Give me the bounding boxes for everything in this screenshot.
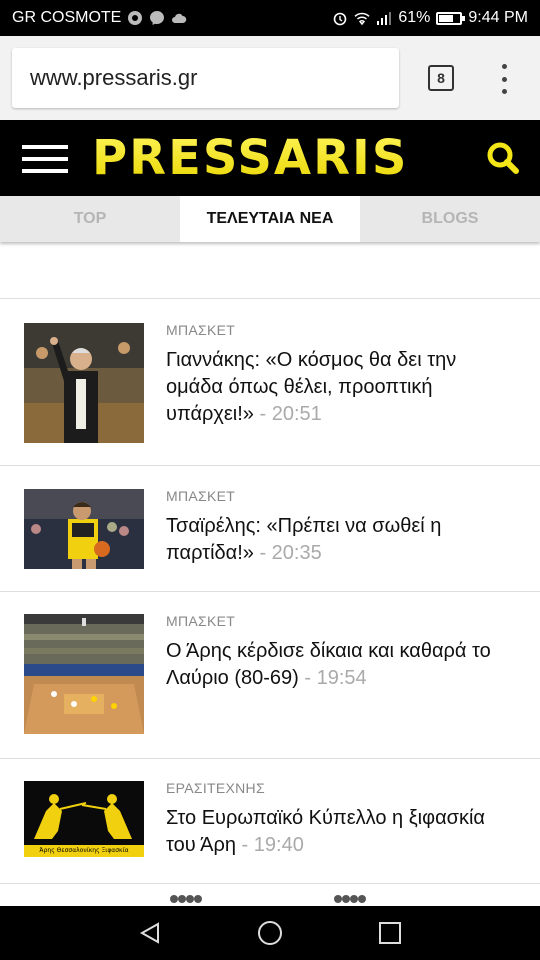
article-time: - 20:35 [259, 542, 322, 564]
thumbnail-caption: Άρης Θεσσαλονίκης Ξιφασκία [39, 847, 129, 854]
article-content: ΜΠΑΣΚΕΤ Ο Άρης κέρδισε δίκαια και καθαρά… [166, 612, 516, 692]
article-content: ΜΠΑΣΚΕΤ Τσαϊρέλης: «Πρέπει να σωθεί η πα… [166, 487, 516, 567]
home-circle-icon[interactable] [257, 920, 283, 946]
scroll-indicator [0, 893, 540, 905]
url-text: www.pressaris.gr [30, 65, 198, 90]
article-thumbnail[interactable] [24, 323, 144, 443]
article-category: ΜΠΑΣΚΕΤ [166, 322, 236, 338]
tab-latest-news[interactable]: ΤΕΛΕΥΤΑΙΑ ΝΕΑ [180, 196, 360, 242]
article-item[interactable]: Άρης Θεσσαλονίκης Ξιφασκία ΕΡΑΣΙΤΕΧΝΗΣ Σ… [0, 759, 540, 884]
article-content: ΕΡΑΣΙΤΕΧΝΗΣ Στο Ευρωπαϊκό Κύπελλο η ξιφα… [166, 779, 516, 859]
chrome-icon [128, 11, 143, 25]
article-category: ΕΡΑΣΙΤΕΧΝΗΣ [166, 780, 265, 796]
article-category: ΜΠΑΣΚΕΤ [166, 488, 236, 504]
tab-switcher-button[interactable]: 8 [428, 65, 454, 91]
android-nav-bar [0, 906, 540, 960]
status-bar: GR COSMOTE 61% 9:44 PM [0, 0, 540, 36]
article-content: ΜΠΑΣΚΕΤ Γιαννάκης: «Ο κόσμος θα δει την … [166, 321, 516, 428]
tab-blogs[interactable]: BLOGS [360, 196, 540, 242]
browser-toolbar: www.pressaris.gr 8 [0, 36, 540, 120]
clock: 9:44 PM [468, 9, 528, 26]
article-thumbnail[interactable] [24, 489, 144, 569]
site-header: PRESSARIS [0, 120, 540, 196]
back-triangle-icon[interactable] [138, 921, 162, 945]
alarm-icon [334, 12, 347, 26]
messenger-icon [150, 11, 165, 25]
tab-count-label: 8 [437, 70, 445, 86]
signal-icon [377, 12, 392, 25]
article-headline[interactable]: Γιαννάκης: «Ο κόσμος θα δει την ομάδα όπ… [166, 347, 516, 428]
hamburger-icon[interactable] [22, 145, 68, 173]
wifi-icon [354, 12, 370, 26]
carrier-label: GR COSMOTE [12, 9, 122, 26]
site-logo[interactable]: PRESSARIS [92, 130, 408, 186]
article-thumbnail[interactable] [24, 614, 144, 734]
article-item[interactable]: ΜΠΑΣΚΕΤ Ο Άρης κέρδισε δίκαια και καθαρά… [0, 592, 540, 759]
cloud-icon [172, 13, 187, 23]
article-headline[interactable]: Ο Άρης κέρδισε δίκαια και καθαρά το Λαύρ… [166, 638, 516, 692]
battery-percent: 61% [398, 9, 431, 26]
status-right: 61% 9:44 PM [332, 9, 528, 27]
article-item[interactable]: ΜΠΑΣΚΕΤ Γιαννάκης: «Ο κόσμος θα δει την … [0, 299, 540, 466]
article-headline[interactable]: Στο Ευρωπαϊκό Κύπελλο η ξιφασκία του Άρη… [166, 805, 516, 859]
article-time: - 20:51 [259, 403, 322, 425]
article-headline[interactable]: Τσαϊρέλης: «Πρέπει να σωθεί η παρτίδα!» … [166, 513, 516, 567]
url-bar[interactable]: www.pressaris.gr [12, 48, 399, 108]
article-category: ΜΠΑΣΚΕΤ [166, 613, 236, 629]
tab-top[interactable]: TOP [0, 196, 180, 242]
search-icon[interactable] [486, 141, 520, 175]
article-item[interactable]: ΜΠΑΣΚΕΤ Τσαϊρέλης: «Πρέπει να σωθεί η πα… [0, 466, 540, 592]
recents-square-icon[interactable] [378, 921, 402, 945]
news-feed: ΜΠΑΣΚΕΤ Γιαννάκης: «Ο κόσμος θα δει την … [0, 298, 540, 884]
browser-menu-button[interactable] [498, 64, 510, 94]
status-left: GR COSMOTE [12, 9, 187, 27]
article-thumbnail[interactable]: Άρης Θεσσαλονίκης Ξιφασκία [24, 781, 144, 857]
article-time: - 19:40 [241, 834, 304, 856]
section-tabs: TOP ΤΕΛΕΥΤΑΙΑ ΝΕΑ BLOGS [0, 196, 540, 242]
article-time: - 19:54 [304, 667, 367, 689]
battery-icon [436, 11, 466, 25]
